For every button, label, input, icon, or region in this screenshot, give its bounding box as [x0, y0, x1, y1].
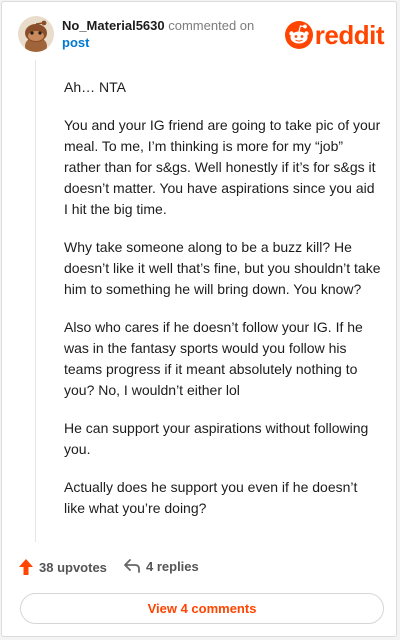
reddit-snoo-icon: [284, 21, 313, 49]
reply-count: 4 replies: [146, 558, 199, 574]
author-line: No_Material5630 commented on: [62, 18, 254, 34]
comment-card: No_Material5630 commented on post reddit…: [1, 1, 397, 637]
comment-paragraph: He can support your aspirations without …: [64, 420, 369, 457]
comment-header: No_Material5630 commented on post reddit: [18, 16, 385, 52]
upvote-arrow-icon: [19, 559, 33, 575]
comment-paragraph: Ah… NTA: [64, 79, 126, 95]
view-comments-button[interactable]: View 4 comments: [20, 593, 384, 624]
post-link[interactable]: post: [62, 35, 89, 51]
upvote-button[interactable]: 38 upvotes: [18, 558, 107, 576]
avatar[interactable]: [18, 16, 54, 52]
comment-paragraph: You and your IG friend are going to take…: [64, 117, 381, 217]
comment-paragraph: Why take someone along to be a buzz kill…: [64, 239, 381, 297]
reply-button[interactable]: 4 replies: [123, 558, 199, 574]
snoo-avatar-icon: [18, 16, 54, 52]
comment-body: Ah… NTA You and your IG friend are going…: [64, 77, 382, 536]
reddit-wordmark: reddit: [314, 20, 385, 50]
comment-footer: 38 upvotes 4 replies: [18, 558, 384, 580]
thread-line: [35, 60, 36, 542]
comment-paragraph: Also who cares if he doesn’t follow your…: [64, 319, 363, 398]
upvote-count: 38 upvotes: [39, 559, 107, 575]
author-name[interactable]: No_Material5630: [62, 18, 165, 33]
reply-arrow-icon: [124, 559, 140, 573]
reddit-logo[interactable]: reddit: [284, 20, 385, 50]
action-text: commented on: [168, 18, 255, 33]
comment-paragraph: Actually does he support you even if he …: [64, 479, 358, 516]
